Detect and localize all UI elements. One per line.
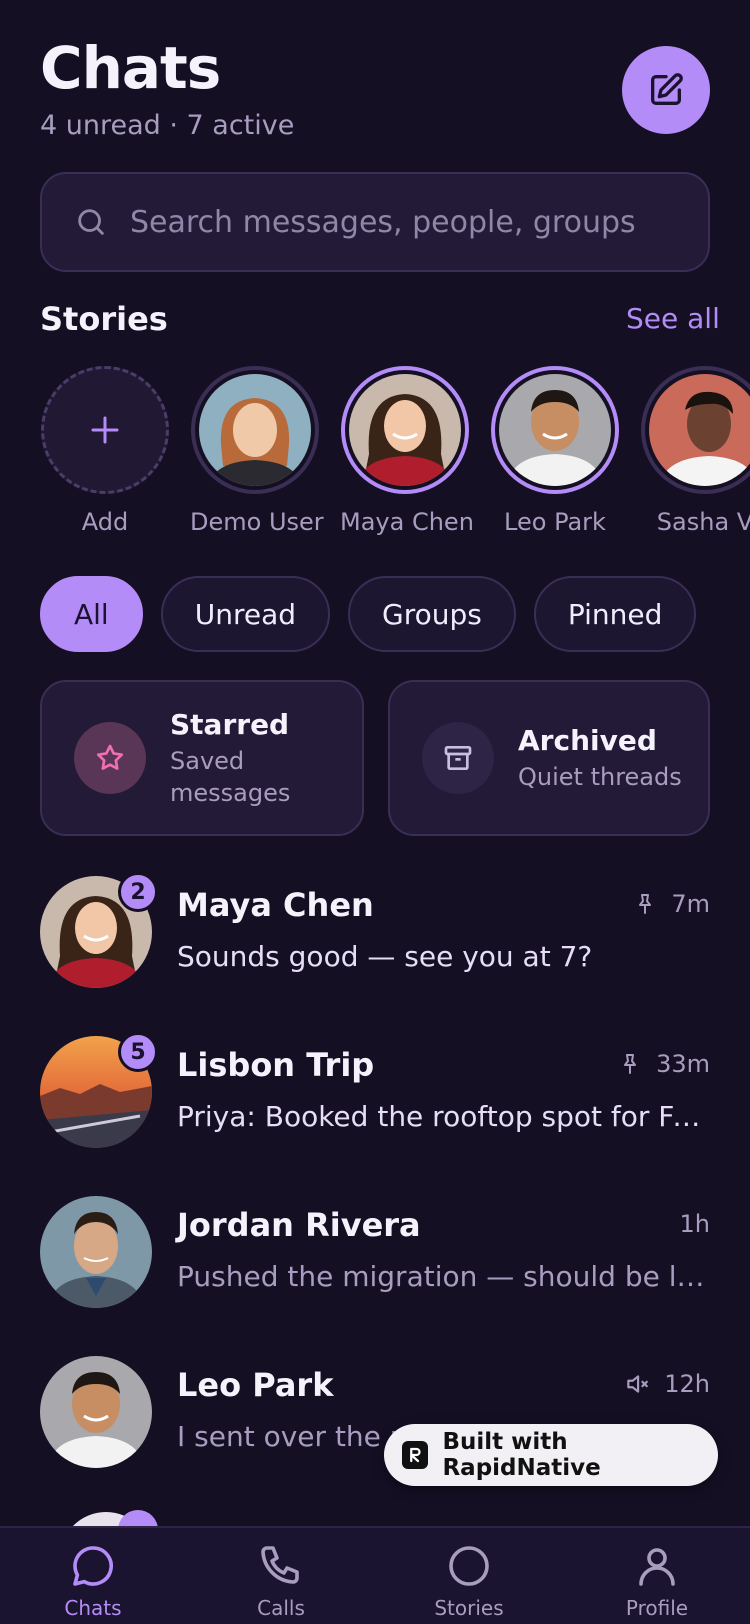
tab-label: Profile xyxy=(625,1596,689,1620)
chat-time: 7m xyxy=(671,890,710,918)
mute-icon xyxy=(627,1375,649,1393)
add-story-button[interactable] xyxy=(41,366,169,494)
filter-chips: All Unread Groups Pinned xyxy=(40,576,697,652)
next-chat-badge-peek xyxy=(118,1510,158,1526)
chat-preview: Priya: Booked the rooftop spot for Frida… xyxy=(177,1100,707,1133)
tab-label: Chats xyxy=(64,1596,122,1620)
starred-card[interactable]: Starred Saved messages xyxy=(40,680,364,836)
avatar xyxy=(199,374,311,486)
built-with-badge[interactable]: Built with RapidNative xyxy=(384,1424,718,1486)
chip-pinned[interactable]: Pinned xyxy=(533,576,697,652)
chat-time: 33m xyxy=(656,1050,710,1078)
story-ring xyxy=(641,366,750,494)
chat-row-maya-chen[interactable]: 2 Maya Chen 7m Sounds good — see you at … xyxy=(40,872,710,996)
card-title: Starred xyxy=(170,707,290,741)
search-bar[interactable] xyxy=(40,172,710,272)
story-demo-user[interactable]: Demo User xyxy=(190,366,324,536)
chip-unread[interactable]: Unread xyxy=(160,576,331,652)
plus-icon xyxy=(91,416,119,444)
edit-icon xyxy=(651,73,683,106)
chat-row-jordan-rivera[interactable]: Jordan Rivera 1h Pushed the migration — … xyxy=(40,1196,710,1316)
tab-chats[interactable]: Chats xyxy=(33,1542,153,1620)
chat-time: 1h xyxy=(679,1210,710,1238)
card-subtitle: Saved messages xyxy=(170,746,291,807)
chat-name: Lisbon Trip xyxy=(177,1046,375,1084)
avatar xyxy=(499,374,611,486)
page-subtitle: 4 unread · 7 active xyxy=(40,110,295,141)
story-ring xyxy=(491,366,619,494)
chip-all[interactable]: All xyxy=(40,576,143,652)
story-sasha[interactable]: Sasha V xyxy=(640,366,750,536)
chat-preview: Sounds good — see you at 7? xyxy=(177,940,593,973)
story-name: Sasha V xyxy=(656,508,750,536)
chat-row-lisbon-trip[interactable]: 5 Lisbon Trip 33m Priya: Booked the roof… xyxy=(40,1032,710,1156)
story-name: Demo User xyxy=(190,508,324,536)
story-name: Leo Park xyxy=(504,508,606,536)
tab-label: Calls xyxy=(257,1596,305,1620)
phone-icon xyxy=(261,1546,299,1584)
unread-badge: 5 xyxy=(118,1032,158,1072)
tab-stories[interactable]: Stories xyxy=(409,1542,529,1620)
tab-profile[interactable]: Profile xyxy=(597,1542,717,1620)
archived-card[interactable]: Archived Quiet threads xyxy=(388,680,710,836)
chat-name: Jordan Rivera xyxy=(177,1206,421,1244)
chat-time: 12h xyxy=(664,1370,710,1398)
built-with-label: Built with RapidNative xyxy=(442,1429,601,1481)
story-leo-park[interactable]: Leo Park xyxy=(490,366,620,536)
unread-badge: 2 xyxy=(118,872,158,912)
tab-calls[interactable]: Calls xyxy=(221,1542,341,1620)
page-title: Chats xyxy=(40,34,221,102)
chip-groups[interactable]: Groups xyxy=(348,576,516,652)
search-icon xyxy=(78,209,104,235)
story-ring xyxy=(341,366,469,494)
card-subtitle: Quiet threads xyxy=(518,762,682,791)
chat-preview: Pushed the migration — should be live in… xyxy=(177,1260,707,1293)
tab-label: Stories xyxy=(434,1596,504,1620)
card-title: Archived xyxy=(518,723,657,757)
avatar xyxy=(349,374,461,486)
pin-icon xyxy=(639,894,652,914)
story-name: Maya Chen xyxy=(340,508,474,536)
story-maya-chen[interactable]: Maya Chen xyxy=(340,366,474,536)
story-name: Add xyxy=(81,508,129,536)
stories-heading: Stories xyxy=(40,300,168,338)
archive-icon xyxy=(444,746,472,770)
bottom-tab-bar: Chats Calls Stories Profile xyxy=(0,1526,750,1624)
rapidnative-logo-icon xyxy=(402,1441,429,1469)
search-input[interactable] xyxy=(130,204,690,240)
story-ring xyxy=(191,366,319,494)
see-all-link[interactable]: See all xyxy=(626,302,720,335)
chat-name: Leo Park xyxy=(177,1366,334,1404)
stories-row: Add Demo User Maya Chen Leo Park Sasha V xyxy=(40,366,750,546)
person-icon xyxy=(639,1548,675,1586)
story-add[interactable]: Add xyxy=(40,366,170,536)
avatar xyxy=(40,1356,152,1468)
circle-icon xyxy=(449,1546,489,1586)
avatar xyxy=(40,1196,152,1308)
star-icon-wrap xyxy=(74,722,146,794)
chat-name: Maya Chen xyxy=(177,886,374,924)
archive-icon-wrap xyxy=(422,722,494,794)
chat-bubble-icon xyxy=(73,1546,113,1586)
avatar xyxy=(649,374,750,486)
pin-icon xyxy=(624,1054,637,1074)
compose-button[interactable] xyxy=(622,46,710,134)
star-icon xyxy=(96,744,124,770)
